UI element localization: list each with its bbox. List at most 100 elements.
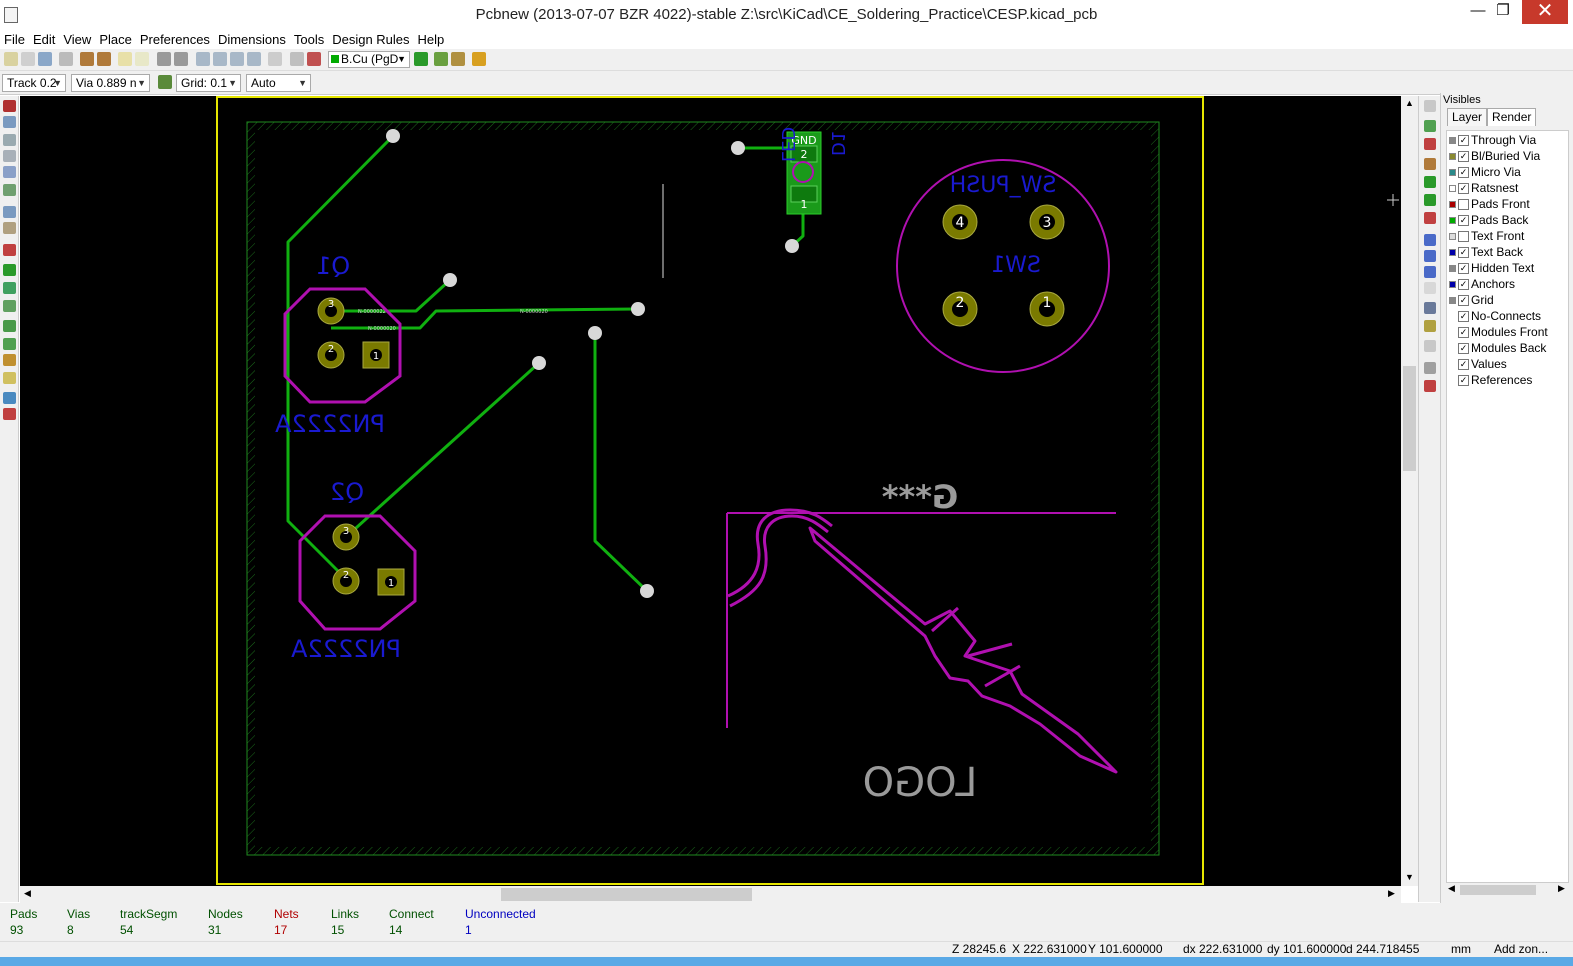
render-color-swatch[interactable] (1449, 169, 1456, 176)
select-arrow-icon[interactable] (1424, 100, 1436, 112)
via-sketch-icon[interactable] (3, 320, 16, 332)
zoom-fit-icon[interactable] (247, 52, 261, 66)
auto-delete-track-icon[interactable] (3, 244, 16, 256)
ratsnest-icon[interactable] (3, 206, 16, 218)
horizontal-scrollbar[interactable]: ◀ ▶ (20, 886, 1401, 903)
mm-units-icon[interactable] (3, 166, 16, 178)
render-color-swatch[interactable] (1449, 281, 1456, 288)
high-contrast-icon[interactable] (3, 354, 16, 366)
pad-sketch-icon[interactable] (3, 300, 16, 312)
zone-outline-icon[interactable] (3, 282, 16, 294)
via[interactable] (443, 273, 457, 287)
via[interactable] (532, 356, 546, 370)
find-icon[interactable] (268, 52, 282, 66)
menu-dimensions[interactable]: Dimensions (214, 30, 290, 49)
render-item-row[interactable]: Pads Front (1447, 197, 1568, 213)
scroll-left-icon[interactable]: ◀ (1448, 883, 1455, 894)
render-color-swatch[interactable] (1449, 201, 1456, 208)
grid-select[interactable]: Grid: 0.1 ▼ (176, 74, 241, 92)
grid-toggle-icon[interactable] (3, 116, 16, 128)
add-text-icon[interactable] (1424, 282, 1436, 294)
plot-icon[interactable] (174, 52, 188, 66)
tab-render[interactable]: Render (1487, 108, 1537, 126)
render-item-checkbox[interactable]: ✓ (1458, 311, 1469, 322)
polar-coords-icon[interactable] (3, 134, 16, 146)
redo-icon[interactable] (135, 52, 149, 66)
autoplace-icon[interactable] (434, 52, 448, 66)
close-button[interactable]: ✕ (1522, 0, 1568, 24)
menu-file[interactable]: File (0, 30, 29, 49)
menu-view[interactable]: View (59, 30, 95, 49)
render-color-swatch[interactable] (1449, 217, 1456, 224)
print-icon[interactable] (157, 52, 171, 66)
render-color-swatch[interactable] (1449, 153, 1456, 160)
zoom-in-icon[interactable] (196, 52, 210, 66)
menu-design-rules[interactable]: Design Rules (328, 30, 413, 49)
render-item-checkbox[interactable] (1458, 231, 1469, 242)
tab-layer[interactable]: Layer (1447, 108, 1488, 126)
render-color-swatch[interactable] (1449, 185, 1456, 192)
render-item-checkbox[interactable]: ✓ (1458, 295, 1469, 306)
via[interactable] (640, 584, 654, 598)
module-ratsnest-icon[interactable] (3, 222, 16, 234)
undo-icon[interactable] (118, 52, 132, 66)
render-item-row[interactable]: ✓ Grid (1447, 293, 1568, 309)
scroll-left-icon[interactable]: ◀ (24, 888, 31, 899)
menu-help[interactable]: Help (414, 30, 449, 49)
offset-origin-icon[interactable] (1424, 362, 1436, 374)
pcb-canvas[interactable]: N-0000022 N-0000020 N-0000020 3 2 1 Q1 P… (20, 96, 1401, 886)
render-item-row[interactable]: Text Front (1447, 229, 1568, 245)
module-editor-icon[interactable] (80, 52, 94, 66)
render-item-row[interactable]: ✓ Anchors (1447, 277, 1568, 293)
render-color-swatch[interactable] (1449, 265, 1456, 272)
web-icon[interactable] (472, 52, 486, 66)
render-item-checkbox[interactable]: ✓ (1458, 263, 1469, 274)
new-board-icon[interactable] (4, 52, 18, 66)
render-item-checkbox[interactable]: ✓ (1458, 183, 1469, 194)
scroll-down-icon[interactable]: ▼ (1405, 872, 1414, 882)
render-item-checkbox[interactable]: ✓ (1458, 279, 1469, 290)
layer-select[interactable]: B.Cu (PgD ▼ (328, 51, 410, 68)
add-arc-icon[interactable] (1424, 266, 1436, 278)
render-color-swatch[interactable] (1449, 297, 1456, 304)
maximize-button[interactable]: ❐ (1487, 0, 1519, 24)
add-line-icon[interactable] (1424, 234, 1436, 246)
render-item-checkbox[interactable]: ✓ (1458, 167, 1469, 178)
render-item-row[interactable]: ✓ No-Connects (1447, 309, 1568, 325)
scroll-up-icon[interactable]: ▲ (1405, 98, 1414, 108)
save-icon[interactable] (38, 52, 52, 66)
zoom-select[interactable]: Auto ▼ (246, 74, 311, 92)
render-item-row[interactable]: ✓ Bl/Buried Via (1447, 149, 1568, 165)
zoom-out-icon[interactable] (213, 52, 227, 66)
highlight-net-icon[interactable] (1424, 120, 1436, 132)
render-item-checkbox[interactable]: ✓ (1458, 135, 1469, 146)
delete-icon[interactable] (1424, 340, 1436, 352)
render-item-row[interactable]: ✓ Text Back (1447, 245, 1568, 261)
vertical-scroll-thumb[interactable] (1403, 366, 1416, 471)
render-item-checkbox[interactable]: ✓ (1458, 327, 1469, 338)
render-item-checkbox[interactable]: ✓ (1458, 343, 1469, 354)
render-item-row[interactable]: ✓ Modules Front (1447, 325, 1568, 341)
visibles-scrollbar[interactable]: ◀ ▶ (1446, 883, 1569, 897)
render-item-row[interactable]: ✓ References (1447, 373, 1568, 389)
menu-tools[interactable]: Tools (290, 30, 328, 49)
track-sketch-icon[interactable] (3, 338, 16, 350)
render-item-row[interactable]: ✓ Ratsnest (1447, 181, 1568, 197)
zone-fill-icon[interactable] (3, 264, 16, 276)
via[interactable] (631, 302, 645, 316)
render-item-checkbox[interactable]: ✓ (1458, 375, 1469, 386)
track-width-select[interactable]: Track 0.2 ▼ (2, 74, 66, 92)
render-item-checkbox[interactable]: ✓ (1458, 359, 1469, 370)
module-viewer-icon[interactable] (97, 52, 111, 66)
scroll-right-icon[interactable]: ▶ (1558, 883, 1565, 894)
open-board-icon[interactable] (21, 52, 35, 66)
grid-origin-icon[interactable] (1424, 380, 1436, 392)
menu-place[interactable]: Place (95, 30, 136, 49)
render-color-swatch[interactable] (1449, 233, 1456, 240)
via-size-select[interactable]: Via 0.889 n ▼ (71, 74, 150, 92)
drc-icon[interactable] (307, 52, 321, 66)
auto-track-width-icon[interactable] (158, 75, 172, 89)
render-item-row[interactable]: ✓ Modules Back (1447, 341, 1568, 357)
add-keepout-icon[interactable] (1424, 212, 1436, 224)
add-zone-icon[interactable] (1424, 194, 1436, 206)
